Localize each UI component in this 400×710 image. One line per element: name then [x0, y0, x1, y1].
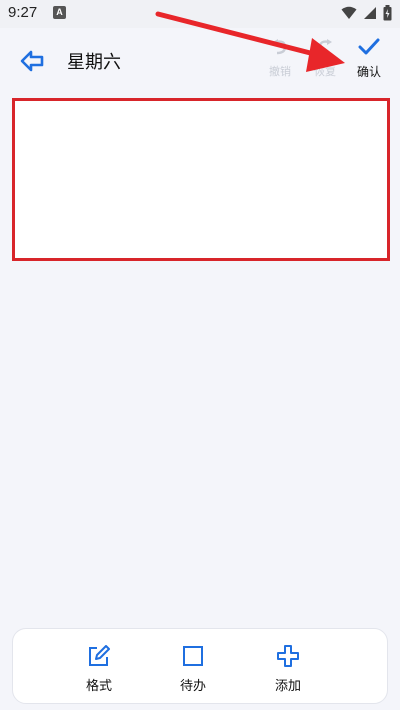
bottom-toolbar: 格式 待办 添加 — [12, 628, 388, 704]
add-button[interactable]: 添加 — [258, 645, 318, 694]
format-button[interactable]: 格式 — [69, 645, 129, 694]
notification-a-icon: A — [53, 6, 66, 19]
undo-label: 撤销 — [269, 65, 291, 78]
undo-icon — [273, 39, 287, 55]
check-icon — [358, 38, 380, 55]
page-title: 星期六 — [67, 52, 121, 73]
wifi-icon — [341, 6, 357, 19]
redo-icon — [318, 39, 332, 55]
add-label: 添加 — [274, 679, 301, 694]
battery-icon — [383, 5, 392, 21]
checkbox-icon — [183, 646, 203, 666]
note-editor-screen: 9:27 A 星期六 撤销 恢复 确认 格式 待办 添加 — [0, 0, 400, 710]
note-content-editor[interactable] — [12, 98, 390, 261]
undo-button[interactable]: 撤销 — [262, 38, 298, 79]
redo-button[interactable]: 恢复 — [307, 38, 343, 79]
edit-icon — [89, 645, 110, 666]
todo-button[interactable]: 待办 — [163, 645, 223, 694]
arrow-left-icon — [20, 50, 44, 72]
back-button[interactable] — [18, 48, 48, 74]
confirm-button[interactable]: 确认 — [351, 38, 387, 80]
plus-icon — [277, 645, 299, 667]
redo-label: 恢复 — [314, 65, 336, 78]
status-bar: 9:27 A — [0, 0, 400, 28]
format-label: 格式 — [85, 679, 112, 694]
editor-header: 星期六 撤销 恢复 确认 — [0, 28, 400, 94]
todo-label: 待办 — [179, 679, 206, 694]
signal-icon — [364, 7, 376, 19]
status-icons — [341, 5, 392, 21]
confirm-label: 确认 — [356, 65, 381, 79]
status-time: 9:27 — [8, 4, 38, 21]
